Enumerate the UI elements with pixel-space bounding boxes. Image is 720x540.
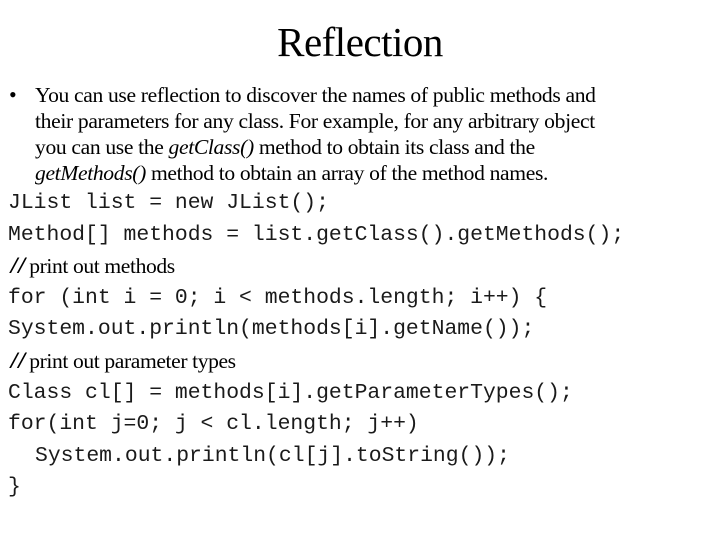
bullet-line-text-after: method to obtain its class and the — [253, 135, 535, 159]
bullet-line: You can use reflection to discover the n… — [35, 82, 715, 108]
code-line: for(int j=0; j < cl.length; j++) — [8, 412, 419, 437]
slide-title: Reflection — [277, 19, 443, 65]
bullet-line: their parameters for any class. For exam… — [35, 108, 715, 134]
code-block: JList list = new JList(); Method[] metho… — [8, 188, 720, 504]
code-comment: //print out parameter types — [8, 346, 720, 378]
bullet-text: You can use reflection to discover the n… — [35, 82, 715, 186]
code-comment: //print out methods — [8, 251, 720, 283]
bullet-line: getMethods() method to obtain an array o… — [35, 160, 715, 186]
comment-text: print out parameter types — [29, 348, 236, 373]
comment-slashes: // — [8, 257, 28, 281]
bullet-line-text: you can use the — [35, 135, 169, 159]
code-line-indented: System.out.println(cl[j].toString()); — [35, 443, 510, 468]
bullet-line-italic-getclass: getClass() — [168, 135, 255, 159]
code-line: System.out.println(methods[i].getName())… — [8, 317, 535, 342]
bullet-line: you can use the getClass() method to obt… — [35, 134, 715, 160]
code-line: Class cl[] = methods[i].getParameterType… — [8, 380, 573, 405]
code-line: for (int i = 0; i < methods.length; i++)… — [8, 285, 548, 310]
code-line: JList list = new JList(); — [8, 191, 329, 215]
bullet-line-text: You can use reflection to discover the n… — [35, 83, 596, 107]
bullet-dot-icon: • — [9, 82, 17, 107]
bullet-line-text: their parameters for any class. For exam… — [35, 109, 595, 133]
bullet-line-text-after: method to obtain an array of the method … — [145, 161, 549, 185]
comment-slashes: // — [8, 351, 28, 375]
bullet-line-italic-getmethods: getMethods() — [35, 161, 146, 185]
comment-text: print out methods — [29, 254, 175, 279]
code-line-closing-brace: } — [8, 475, 21, 500]
code-line: Method[] methods = list.getClass().getMe… — [8, 222, 625, 247]
